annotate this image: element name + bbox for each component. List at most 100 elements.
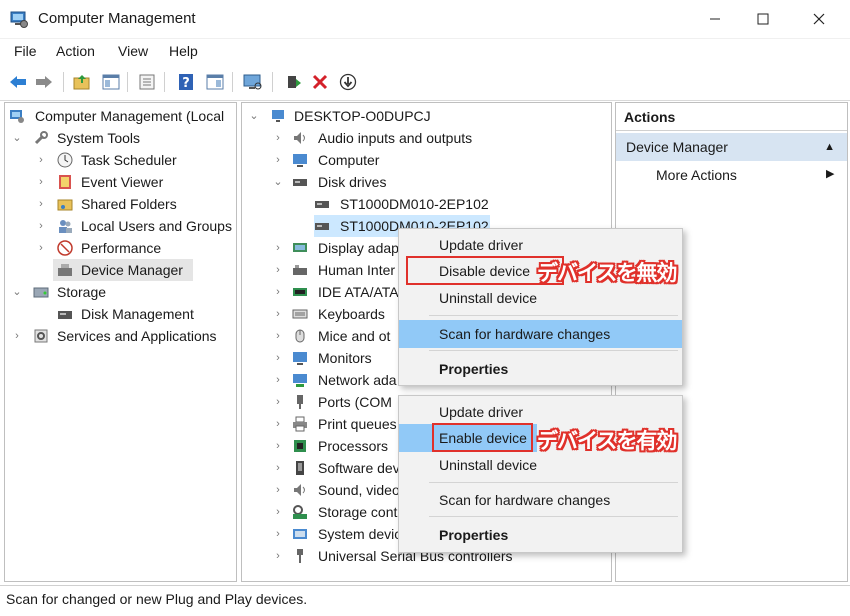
tree-item-performance[interactable]: › Performance (5, 237, 236, 259)
tree-label: Network ada (318, 372, 397, 388)
chevron-right-icon[interactable]: › (272, 369, 284, 391)
collapse-up-icon[interactable]: ▲ (824, 133, 835, 161)
monitor-icon (293, 352, 307, 365)
forward-button[interactable] (33, 71, 55, 93)
tree-item-system-tools[interactable]: ⌄ System Tools (5, 127, 236, 149)
tree-label: Task Scheduler (81, 152, 177, 168)
chevron-right-icon[interactable]: › (35, 237, 47, 259)
update-driver-button[interactable] (282, 71, 304, 93)
tree-label: Processors (318, 438, 389, 454)
tree-item-task-scheduler[interactable]: › Task Scheduler (5, 149, 236, 171)
chevron-right-icon[interactable]: › (272, 303, 284, 325)
display-adapter-icon (293, 243, 307, 252)
disk-drive-icon (315, 201, 329, 208)
actions-section-device-manager[interactable]: Device Manager ▲ (616, 133, 847, 161)
printer-icon (293, 416, 307, 432)
tree-label: Storage (57, 284, 107, 300)
tree-item-computer-management[interactable]: Computer Management (Local (5, 105, 236, 127)
chevron-right-icon[interactable]: › (272, 545, 284, 567)
tree-item-disk-management[interactable]: Disk Management (5, 303, 236, 325)
close-button[interactable] (796, 0, 842, 38)
window-title: Computer Management (38, 10, 196, 27)
more-actions-label: More Actions (656, 167, 737, 183)
chevron-right-icon[interactable]: › (11, 325, 23, 347)
tree-item-storage[interactable]: ⌄ Storage (5, 281, 236, 303)
clock-icon (57, 152, 73, 168)
back-button[interactable] (7, 71, 29, 93)
chevron-down-icon[interactable]: ⌄ (11, 127, 23, 149)
menu-file[interactable]: File (14, 43, 37, 59)
action-pane-icon (206, 74, 224, 90)
chevron-right-icon[interactable]: › (272, 149, 284, 171)
chevron-right-icon[interactable]: › (272, 501, 284, 523)
chevron-right-icon[interactable]: › (272, 281, 284, 303)
disable-arrow-icon (339, 73, 357, 91)
tree-item-local-users[interactable]: › Local Users and Groups (5, 215, 236, 237)
chevron-right-icon[interactable]: › (272, 435, 284, 457)
system-device-icon (293, 529, 307, 539)
menu-item-scan-hardware[interactable]: Scan for hardware changes (399, 486, 682, 514)
chevron-down-icon[interactable]: ⌄ (272, 171, 284, 193)
maximize-button[interactable] (740, 0, 786, 38)
more-actions-item[interactable]: More Actions (656, 167, 737, 183)
chevron-right-icon[interactable]: › (272, 259, 284, 281)
menu-item-scan-hardware[interactable]: Scan for hardware changes (399, 320, 682, 348)
chevron-down-icon[interactable]: ⌄ (248, 105, 260, 127)
chevron-right-icon[interactable]: › (35, 171, 47, 193)
chevron-right-icon[interactable]: › (272, 479, 284, 501)
context-menu-enable: Update driver Enable device Uninstall de… (398, 395, 683, 553)
menu-item-properties[interactable]: Properties (399, 521, 682, 549)
tree-item-services-applications[interactable]: › Services and Applications (5, 325, 236, 347)
processor-icon (294, 440, 306, 452)
chevron-right-icon[interactable]: › (35, 193, 47, 215)
chevron-right-icon[interactable]: › (272, 127, 284, 149)
tree-label: Shared Folders (81, 196, 177, 212)
usb-icon (297, 549, 303, 563)
close-icon (813, 13, 825, 25)
menu-view[interactable]: View (118, 43, 148, 59)
disk-drive-icon (315, 223, 329, 230)
help-button[interactable]: ? (175, 71, 197, 93)
uninstall-button[interactable] (309, 71, 331, 93)
ide-controller-icon (293, 288, 307, 296)
chevron-right-icon[interactable]: › (272, 523, 284, 545)
tree-item-event-viewer[interactable]: › Event Viewer (5, 171, 236, 193)
properties-button[interactable] (136, 71, 158, 93)
menu-item-uninstall-device[interactable]: Uninstall device (399, 451, 682, 479)
action-pane-button[interactable] (204, 71, 226, 93)
up-folder-button[interactable] (71, 71, 93, 93)
tree-label: Local Users and Groups (81, 218, 232, 234)
toolbar-separator (164, 72, 165, 92)
keyboard-icon (292, 309, 308, 319)
console-tree-pane[interactable]: Computer Management (Local ⌄ System Tool… (4, 102, 237, 582)
maximize-icon (757, 13, 769, 25)
menu-item-update-driver[interactable]: Update driver (399, 398, 682, 426)
tree-item-device-manager[interactable]: Device Manager (53, 259, 193, 281)
menu-action[interactable]: Action (56, 43, 95, 59)
disable-device-button[interactable] (337, 71, 359, 93)
tree-label: Storage cont (318, 504, 398, 520)
show-hide-tree-button[interactable] (100, 71, 122, 93)
chevron-right-icon[interactable]: › (272, 413, 284, 435)
menu-separator (429, 315, 678, 316)
chevron-right-icon[interactable]: › (272, 237, 284, 259)
mouse-icon (295, 329, 305, 343)
scan-hardware-button[interactable] (242, 71, 264, 93)
tree-label: Device Manager (81, 262, 183, 278)
chevron-right-icon[interactable]: › (272, 325, 284, 347)
chevron-right-icon[interactable]: › (272, 347, 284, 369)
chevron-down-icon[interactable]: ⌄ (11, 281, 23, 303)
minimize-button[interactable] (692, 0, 738, 38)
menu-help[interactable]: Help (169, 43, 198, 59)
red-x-icon (312, 74, 328, 90)
menu-item-update-driver[interactable]: Update driver (399, 231, 682, 259)
menu-item-uninstall-device[interactable]: Uninstall device (399, 284, 682, 312)
chevron-right-icon[interactable]: › (35, 215, 47, 237)
tree-label: IDE ATA/ATA (318, 284, 399, 300)
chevron-right-icon[interactable]: › (272, 457, 284, 479)
chevron-right-icon[interactable]: › (272, 391, 284, 413)
tree-label: Disk drives (318, 174, 387, 190)
chevron-right-icon[interactable]: › (35, 149, 47, 171)
menu-item-properties[interactable]: Properties (399, 355, 682, 383)
tree-item-shared-folders[interactable]: › Shared Folders (5, 193, 236, 215)
